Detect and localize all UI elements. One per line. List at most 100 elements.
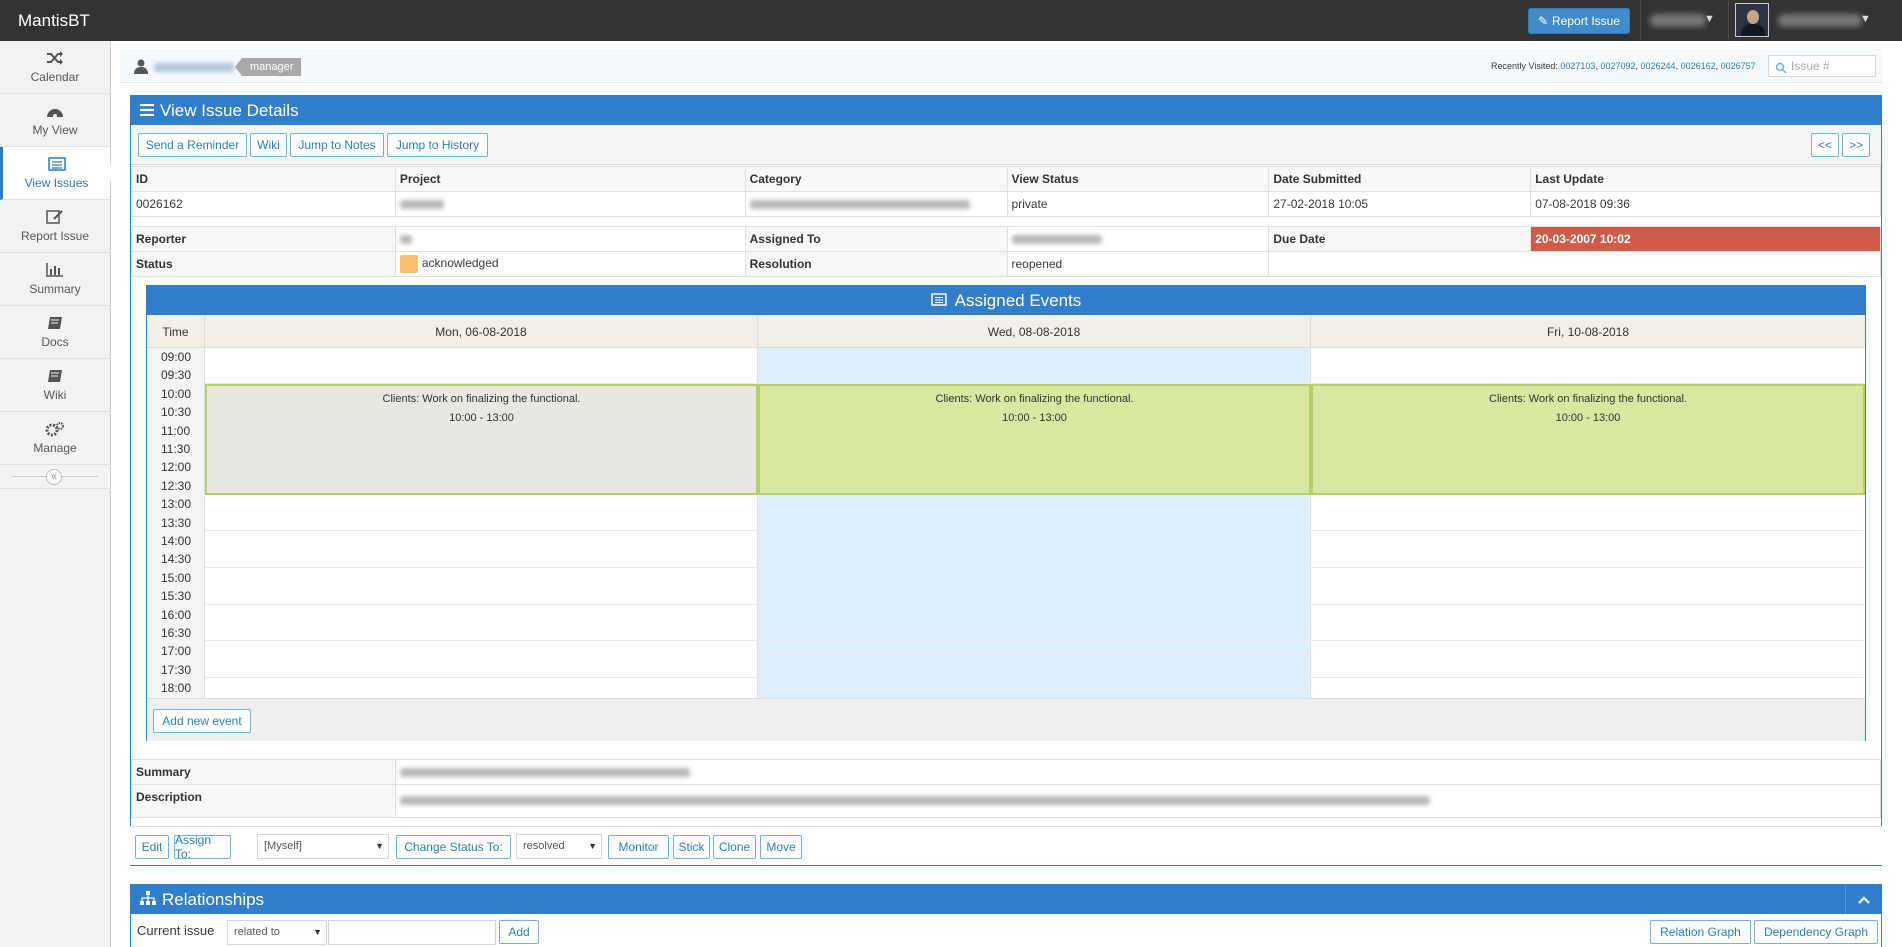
hour-gridline (205, 603, 1865, 605)
reporter-label: Reporter (131, 226, 396, 252)
column-header: Last Update (1530, 166, 1881, 192)
send-reminder-button[interactable]: Send a Reminder (138, 133, 247, 157)
column-header: Date Submitted (1268, 166, 1532, 192)
sidebar-item-label: View Issues (24, 176, 89, 190)
issue-summary-table: Summary Description (131, 759, 1881, 818)
move-button[interactable]: Move (760, 835, 802, 859)
assign-to-select[interactable]: [Myself] ▼ (257, 834, 389, 859)
time-column: 09:00 09:30 10:00 10:30 11:00 11:30 12:00 12:30… (147, 348, 205, 698)
sidebar-item-my-view[interactable]: My View (0, 94, 110, 147)
chevron-up-icon[interactable] (1845, 885, 1881, 914)
brand-logo[interactable]: MantisBT (18, 11, 90, 31)
list-icon (47, 156, 67, 172)
issue-header-table: ID Project Category View Status Date Sub… (131, 166, 1881, 217)
status-color-swatch (399, 255, 418, 273)
time-slot-label: 18:00 (161, 681, 192, 696)
assign-to-button[interactable]: Assign To: (174, 833, 231, 861)
clone-button[interactable]: Clone (713, 835, 756, 859)
issue-actions-bar: Edit Assign To: [Myself] ▼ Change Status … (130, 826, 1882, 866)
relation-graph-button[interactable]: Relation Graph (1650, 920, 1751, 944)
status-label: Status (131, 251, 396, 277)
resolution-label: Resolution (744, 251, 1008, 277)
recent-issue-link[interactable]: 0026244 (1641, 61, 1676, 71)
project-value (394, 191, 746, 217)
sidebar-item-wiki[interactable]: Wiki (0, 359, 110, 412)
add-relationship-button[interactable]: Add (499, 920, 539, 944)
time-slot-label: 13:00 (161, 497, 192, 512)
assigned-to-label: Assigned To (744, 226, 1008, 252)
issue-id: 0026162 (131, 191, 396, 217)
double-chevron-left-icon[interactable]: « (46, 469, 62, 485)
time-slot-label: 15:30 (161, 589, 192, 604)
sidebar-item-docs[interactable]: Docs (0, 306, 110, 359)
issue-search-input[interactable]: Issue # (1768, 55, 1876, 77)
sidebar-item-manage[interactable]: Manage (0, 412, 110, 465)
summary-value (395, 759, 1881, 785)
edit-icon: ✎ (1537, 14, 1548, 28)
username-blurred[interactable] (1778, 14, 1862, 27)
chevron-down-icon: ▼ (588, 841, 597, 851)
role-badge: manager (234, 58, 302, 76)
chevron-down-icon: ▼ (313, 927, 322, 937)
recent-issue-link[interactable]: 0026757 (1721, 61, 1756, 71)
event-title: Clients: Work on finalizing the function… (382, 393, 581, 405)
recent-issue-link[interactable]: 0026162 (1681, 61, 1716, 71)
prev-issue-button[interactable]: << (1811, 133, 1839, 157)
time-slot-label: 16:30 (161, 626, 192, 640)
day-header: Wed, 08-08-2018 (758, 315, 1311, 348)
sidebar-collapse[interactable]: « (0, 465, 110, 489)
widget-title: Relationships (162, 889, 265, 909)
jump-to-notes-button[interactable]: Jump to Notes (290, 133, 384, 157)
day-header: Fri, 10-08-2018 (1546, 324, 1630, 339)
book-icon (45, 368, 65, 384)
add-new-event-button[interactable]: Add new event (153, 709, 251, 733)
hour-gridline (205, 566, 1865, 568)
monitor-button[interactable]: Monitor (608, 835, 669, 859)
sidebar-item-report-issue[interactable]: Report Issue (0, 200, 110, 253)
column-header: ID (131, 166, 396, 192)
project-selector-blurred[interactable] (1650, 14, 1706, 27)
relation-type-select[interactable]: related to ▼ (227, 920, 327, 945)
list-icon (140, 101, 154, 121)
calendar-event[interactable]: Clients: Work on finalizing the function… (1311, 384, 1865, 495)
related-issue-input[interactable] (328, 920, 496, 945)
hour-gridline (205, 677, 1865, 679)
events-title: Assigned Events (954, 290, 1082, 310)
chevron-down-icon[interactable]: ▼ (1704, 13, 1715, 25)
jump-to-history-button[interactable]: Jump to History (387, 133, 488, 157)
username-blurred[interactable] (154, 63, 234, 72)
edit-button[interactable]: Edit (135, 835, 169, 859)
time-slot-label: 09:00 (161, 350, 192, 364)
last-update-value: 07-08-2018 09:36 (1530, 191, 1881, 217)
calendar-event[interactable]: Clients: Work on finalizing the function… (758, 384, 1311, 495)
issue-people-table: Reporter Assigned To Due Date 20-03-2007… (131, 226, 1881, 277)
recent-issue-link[interactable]: 0027103 (1560, 61, 1595, 71)
sidebar-item-summary[interactable]: Summary (0, 253, 110, 306)
wiki-button[interactable]: Wiki (250, 133, 287, 157)
recent-issue-link[interactable]: 0027092 (1600, 61, 1635, 71)
calendar-event[interactable]: Clients: Work on finalizing the function… (205, 384, 758, 495)
next-issue-button[interactable]: >> (1842, 133, 1870, 157)
sidebar-item-calendar[interactable]: Calendar (0, 41, 110, 94)
chevron-down-icon: ▼ (375, 841, 384, 851)
stick-button[interactable]: Stick (673, 835, 710, 859)
user-avatar[interactable] (1735, 3, 1769, 37)
widget-title: View Issue Details (160, 100, 299, 120)
sidebar-item-label: Report Issue (20, 229, 90, 243)
event-time: 10:00 - 13:00 (449, 412, 514, 424)
top-navbar: MantisBT ✎ Report Issue ▼ ▼ (0, 0, 1902, 41)
report-issue-button[interactable]: ✎ Report Issue (1528, 8, 1630, 34)
status-select[interactable]: resolved ▼ (516, 834, 602, 859)
sidebar-item-label: My View (32, 123, 78, 137)
time-slot-label: 10:30 (161, 405, 192, 420)
sidebar-item-view-issues[interactable]: View Issues (0, 147, 111, 200)
time-slot-label: 16:00 (161, 607, 192, 622)
dependency-graph-button[interactable]: Dependency Graph (1754, 920, 1878, 944)
change-status-button[interactable]: Change Status To: (396, 835, 511, 859)
relationships-widget: Relationships Current issue related to ▼ … (130, 884, 1882, 947)
event-time: 10:00 - 13:00 (1555, 412, 1621, 424)
view-status-value: private (1006, 191, 1270, 217)
time-slot-label: 10:00 (161, 386, 192, 401)
time-slot-label: 11:00 (161, 423, 191, 438)
chevron-down-icon[interactable]: ▼ (1860, 13, 1871, 25)
